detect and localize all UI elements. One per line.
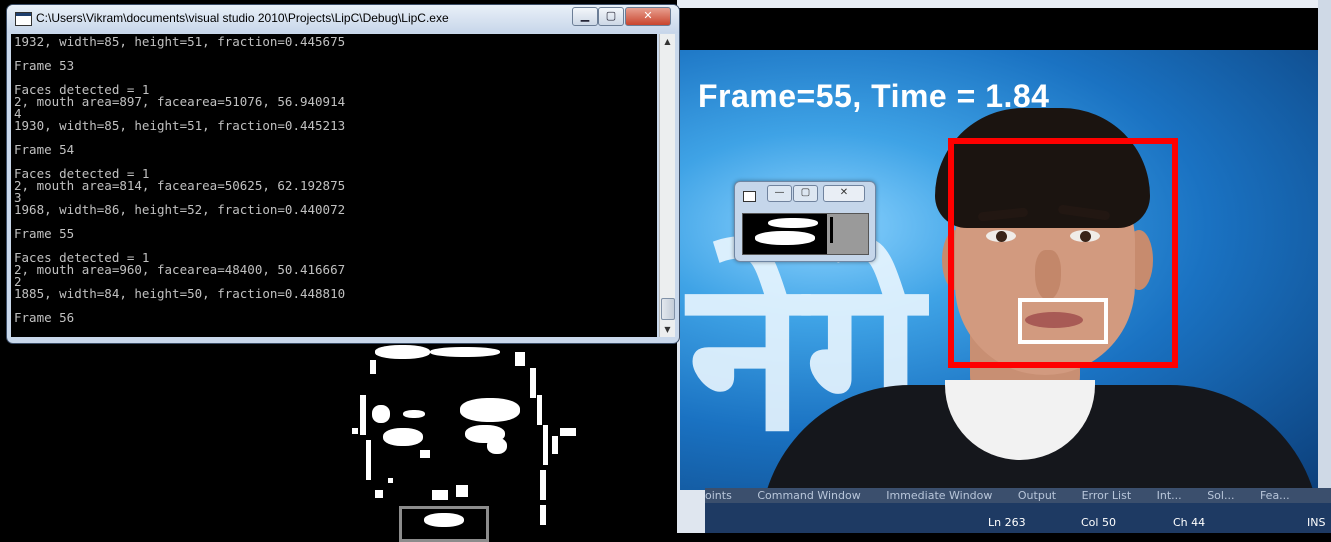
- video-frame: नेगे Frame=55, Time = 1.84: [680, 50, 1318, 490]
- tab-breakpoints[interactable]: oints: [705, 488, 732, 503]
- vs-status-bar: Ln 263 Col 50 Ch 44 INS: [705, 503, 1331, 533]
- console-line: 2, mouth area=960, facearea=48400, 50.41…: [14, 262, 346, 277]
- frame-time-overlay: Frame=55, Time = 1.84: [698, 78, 1050, 114]
- console-line: Frame 53: [14, 58, 75, 73]
- close-button[interactable]: ✕: [823, 185, 865, 202]
- edge-mouth-box: [399, 506, 489, 542]
- video-window-header: [677, 8, 1318, 50]
- console-line: 1885, width=84, height=50, fraction=0.44…: [14, 286, 346, 301]
- status-char: Ch 44: [1173, 516, 1206, 529]
- console-line: 2, mouth area=897, facearea=51076, 56.94…: [14, 94, 346, 109]
- scroll-thumb[interactable]: [661, 298, 675, 320]
- video-window: नेगे Frame=55, Time = 1.84: [677, 0, 1331, 533]
- scroll-down-arrow-icon[interactable]: ▼: [660, 322, 675, 337]
- tab-immediate-window[interactable]: Immediate Window: [886, 488, 992, 503]
- vs-panel-tabs: oints Command Window Immediate Window Ou…: [705, 488, 1331, 503]
- tab-output[interactable]: Output: [1018, 488, 1056, 503]
- mouth-detection-box: [1018, 298, 1108, 344]
- minimize-button[interactable]: ▁: [572, 7, 598, 26]
- window-title: C:\Users\Vikram\documents\visual studio …: [36, 11, 449, 25]
- console-text: 1932, width=85, height=51, fraction=0.44…: [11, 34, 657, 324]
- video-window-titlebar[interactable]: [677, 0, 1331, 8]
- tab-command-window[interactable]: Command Window: [757, 488, 860, 503]
- console-line: Frame 54: [14, 142, 75, 157]
- console-line: 1930, width=85, height=51, fraction=0.44…: [14, 118, 346, 133]
- window-icon: [743, 191, 756, 202]
- status-column: Col 50: [1081, 516, 1116, 529]
- console-line: 1968, width=86, height=52, fraction=0.44…: [14, 202, 346, 217]
- tab-feature[interactable]: Fea...: [1260, 488, 1290, 503]
- console-titlebar[interactable]: C:\Users\Vikram\documents\visual studio …: [7, 5, 679, 33]
- console-output[interactable]: 1932, width=85, height=51, fraction=0.44…: [11, 34, 657, 337]
- tab-intellitrace[interactable]: Int...: [1157, 488, 1182, 503]
- tab-error-list[interactable]: Error List: [1082, 488, 1132, 503]
- console-icon: [15, 12, 32, 26]
- console-line: 1932, width=85, height=51, fraction=0.44…: [14, 34, 346, 49]
- right-window-edge: [1318, 0, 1331, 490]
- tab-solution[interactable]: Sol...: [1207, 488, 1234, 503]
- status-line: Ln 263: [988, 516, 1026, 529]
- scroll-up-arrow-icon[interactable]: ▲: [660, 34, 675, 49]
- console-window[interactable]: C:\Users\Vikram\documents\visual studio …: [6, 4, 680, 344]
- status-insert-mode: INS: [1307, 516, 1326, 529]
- console-line: Frame 56: [14, 310, 75, 325]
- close-button[interactable]: ✕: [625, 7, 671, 26]
- minimize-button[interactable]: —: [767, 185, 792, 202]
- lip-image: [742, 213, 869, 255]
- maximize-button[interactable]: ▢: [598, 7, 624, 26]
- lip-window[interactable]: — ▢ ✕: [734, 181, 876, 262]
- console-line: 2, mouth area=814, facearea=50625, 62.19…: [14, 178, 346, 193]
- maximize-button[interactable]: ▢: [793, 185, 818, 202]
- vertical-scrollbar[interactable]: ▲ ▼: [659, 34, 675, 337]
- console-line: Frame 55: [14, 226, 75, 241]
